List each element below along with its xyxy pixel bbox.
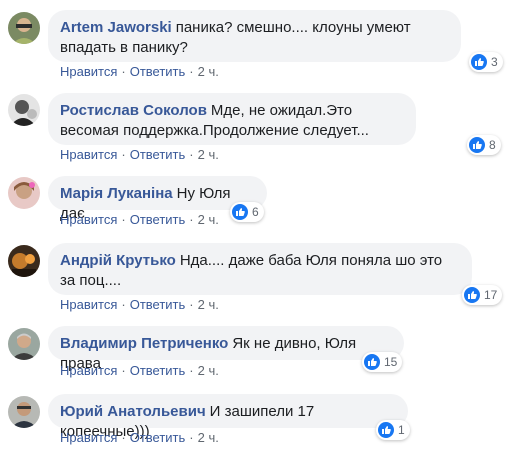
like-reaction-icon	[364, 354, 380, 370]
reply-button[interactable]: Ответить	[130, 64, 186, 79]
comment-actions: Нравится · Ответить · 2 ч.	[60, 212, 219, 228]
avatar[interactable]	[8, 94, 40, 126]
comment-bubble: Андрій Крутько Нда.... даже баба Юля поня…	[48, 243, 472, 295]
like-reaction-icon	[232, 204, 248, 220]
separator: ·	[189, 297, 194, 312]
separator: ·	[189, 147, 194, 162]
like-count: 17	[484, 288, 498, 302]
avatar[interactable]	[8, 245, 40, 277]
comment-actions: Нравится · Ответить · 2 ч.	[60, 430, 219, 446]
reaction-count[interactable]: 1	[376, 420, 410, 440]
like-count: 15	[384, 355, 398, 369]
like-button[interactable]: Нравится	[60, 430, 117, 445]
reply-button[interactable]: Ответить	[130, 212, 186, 227]
like-count: 8	[489, 138, 496, 152]
comment-time[interactable]: 2 ч.	[198, 297, 219, 312]
comment-actions: Нравится · Ответить · 2 ч.	[60, 297, 219, 313]
reply-button[interactable]: Ответить	[130, 363, 186, 378]
comment-author[interactable]: Владимир Петриченко	[60, 335, 228, 352]
separator: ·	[121, 64, 126, 79]
like-button[interactable]: Нравится	[60, 147, 117, 162]
like-reaction-icon	[464, 287, 480, 303]
avatar[interactable]	[8, 177, 40, 209]
reaction-count[interactable]: 17	[462, 285, 503, 305]
reaction-count[interactable]: 3	[469, 52, 503, 72]
separator: ·	[121, 147, 126, 162]
reaction-count[interactable]: 8	[467, 135, 501, 155]
comment-author[interactable]: Ростислав Соколов	[60, 102, 207, 119]
comment-time[interactable]: 2 ч.	[198, 430, 219, 445]
comment-time[interactable]: 2 ч.	[198, 64, 219, 79]
comment-actions: Нравится · Ответить · 2 ч.	[60, 147, 219, 163]
reply-button[interactable]: Ответить	[130, 297, 186, 312]
separator: ·	[189, 363, 194, 378]
reaction-count[interactable]: 15	[362, 352, 403, 372]
reaction-count[interactable]: 6	[230, 202, 264, 222]
avatar[interactable]	[8, 328, 40, 360]
comment-actions: Нравится · Ответить · 2 ч.	[60, 363, 219, 379]
separator: ·	[189, 64, 194, 79]
comment-actions: Нравится · Ответить · 2 ч.	[60, 64, 219, 80]
like-reaction-icon	[378, 422, 394, 438]
comment-bubble: Юрий Анатольевич И зашипели 17 копеечные)…	[48, 394, 408, 440]
comment-author[interactable]: Юрий Анатольевич	[60, 403, 206, 420]
separator: ·	[121, 297, 126, 312]
comment-time[interactable]: 2 ч.	[198, 363, 219, 378]
like-count: 3	[491, 55, 498, 69]
like-button[interactable]: Нравится	[60, 64, 117, 79]
comment-bubble: Artem Jaworski паника? смешно.... клоуны …	[48, 10, 461, 62]
like-reaction-icon	[469, 137, 485, 153]
reply-button[interactable]: Ответить	[130, 430, 186, 445]
separator: ·	[121, 212, 126, 227]
comment-time[interactable]: 2 ч.	[198, 212, 219, 227]
comment-author[interactable]: Андрій Крутько	[60, 252, 176, 269]
separator: ·	[189, 212, 194, 227]
like-reaction-icon	[471, 54, 487, 70]
comment-time[interactable]: 2 ч.	[198, 147, 219, 162]
comment-bubble: Владимир Петриченко Як не дивно, Юля прав…	[48, 326, 404, 372]
like-count: 1	[398, 423, 405, 437]
separator: ·	[121, 363, 126, 378]
separator: ·	[121, 430, 126, 445]
avatar[interactable]	[8, 12, 40, 44]
like-count: 6	[252, 205, 259, 219]
like-button[interactable]: Нравится	[60, 297, 117, 312]
like-button[interactable]: Нравится	[60, 212, 117, 227]
comment-author[interactable]: Artem Jaworski	[60, 19, 172, 36]
separator: ·	[189, 430, 194, 445]
like-button[interactable]: Нравится	[60, 363, 117, 378]
comment-bubble: Ростислав Соколов Мде, не ожидал.Это весо…	[48, 93, 416, 145]
reply-button[interactable]: Ответить	[130, 147, 186, 162]
comment-author[interactable]: Марія Луканіна	[60, 185, 173, 202]
avatar[interactable]	[8, 396, 40, 428]
